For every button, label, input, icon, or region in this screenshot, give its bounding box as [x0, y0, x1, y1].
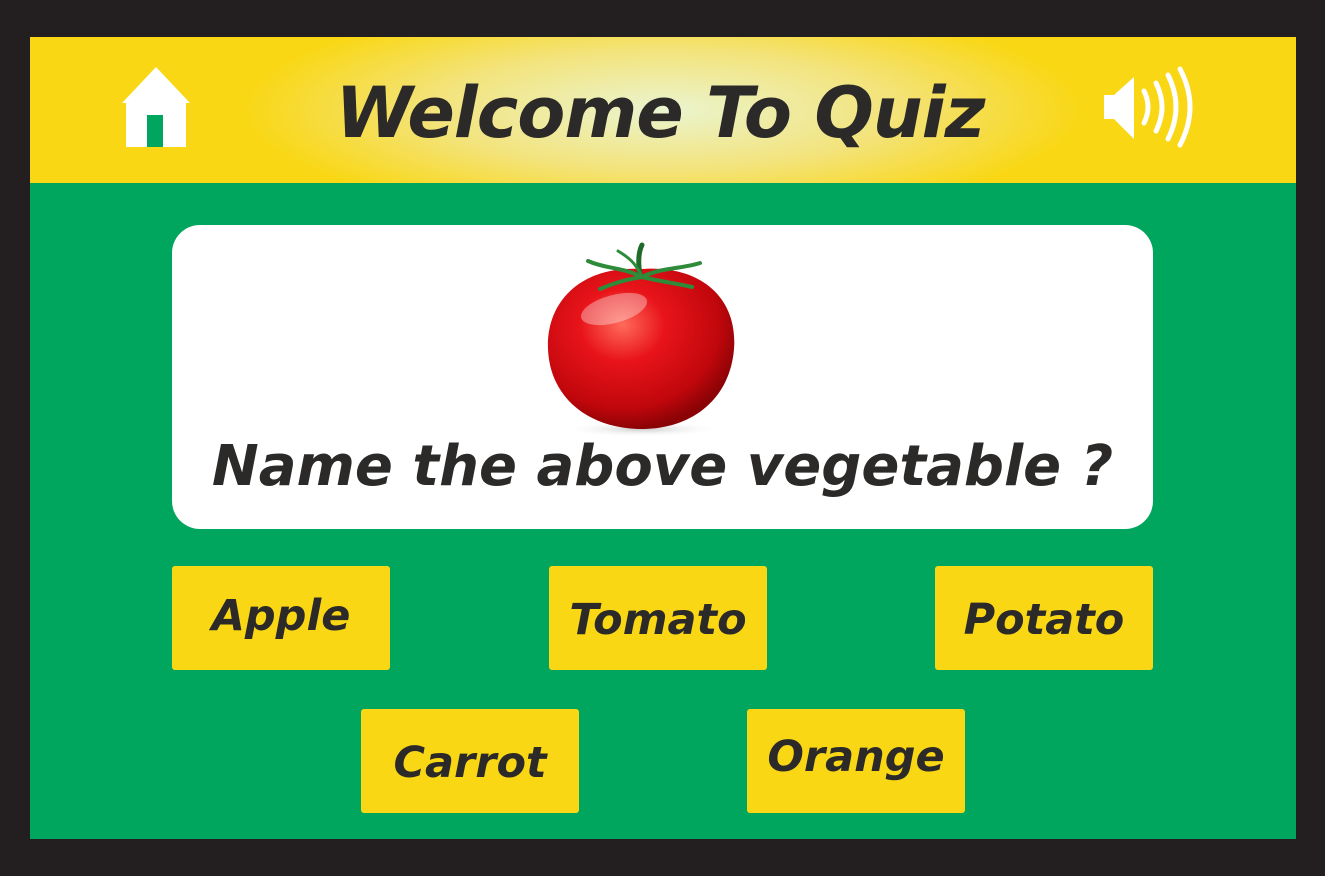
sound-button[interactable]	[1100, 63, 1210, 153]
question-card: Name the above vegetable ?	[172, 225, 1153, 529]
answer-option-apple[interactable]: Apple	[172, 566, 390, 670]
speaker-volume-icon	[1104, 66, 1193, 148]
answer-option-carrot[interactable]: Carrot	[361, 709, 579, 813]
answer-option-potato[interactable]: Potato	[935, 566, 1153, 670]
answer-option-orange[interactable]: Orange	[747, 709, 965, 813]
page-title: Welcome To Quiz	[335, 72, 986, 154]
header-bar: Welcome To Quiz	[30, 37, 1296, 183]
question-text: Name the above vegetable ?	[211, 434, 1114, 499]
answer-option-label: Carrot	[393, 738, 547, 788]
quiz-screen: Welcome To Quiz Name the above vegetable…	[30, 37, 1296, 839]
answer-option-label: Tomato	[569, 595, 747, 645]
answer-option-tomato[interactable]: Tomato	[549, 566, 767, 670]
answer-option-label: Potato	[963, 595, 1125, 645]
home-button[interactable]	[120, 65, 192, 149]
tomato-image	[532, 239, 752, 439]
answer-option-label: Apple	[211, 591, 351, 641]
home-icon	[122, 67, 190, 147]
answer-option-label: Orange	[767, 732, 945, 782]
